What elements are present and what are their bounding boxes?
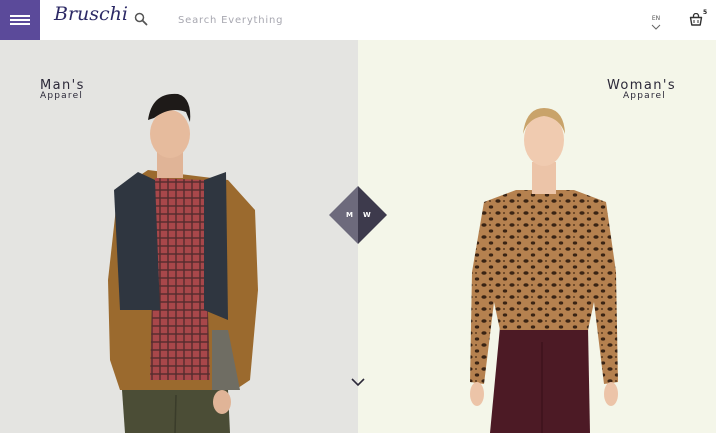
language-selector[interactable]: EN: [646, 15, 666, 22]
home-page: Bruschi EN 5 Man's Apparel: [0, 0, 716, 433]
mens-apparel-panel[interactable]: Man's Apparel: [0, 40, 358, 433]
menu-icon-line: [10, 15, 30, 17]
shopping-bag-icon[interactable]: [689, 13, 703, 26]
brand-logo[interactable]: Bruschi: [54, 3, 128, 25]
womens-apparel-panel[interactable]: Woman's Apparel: [358, 40, 716, 433]
search-input[interactable]: [178, 11, 378, 29]
womens-model-image: [470, 108, 618, 433]
top-bar: Bruschi EN 5: [0, 0, 716, 40]
menu-button[interactable]: [0, 0, 40, 40]
menu-icon-line: [10, 19, 30, 21]
womens-subtitle: Apparel: [622, 91, 666, 101]
mens-subtitle: Apparel: [40, 91, 84, 101]
gender-switch[interactable]: [329, 186, 387, 244]
chevron-down-icon[interactable]: [651, 24, 661, 30]
men-switch-half[interactable]: [329, 186, 358, 244]
women-switch-letter[interactable]: W: [363, 211, 371, 219]
chevron-down-icon[interactable]: [350, 377, 366, 387]
men-switch-letter[interactable]: M: [346, 211, 353, 219]
search-icon[interactable]: [134, 12, 148, 26]
cart-count-badge: 5: [703, 9, 708, 16]
menu-icon-line: [10, 23, 30, 25]
mens-model-image: [108, 93, 258, 433]
